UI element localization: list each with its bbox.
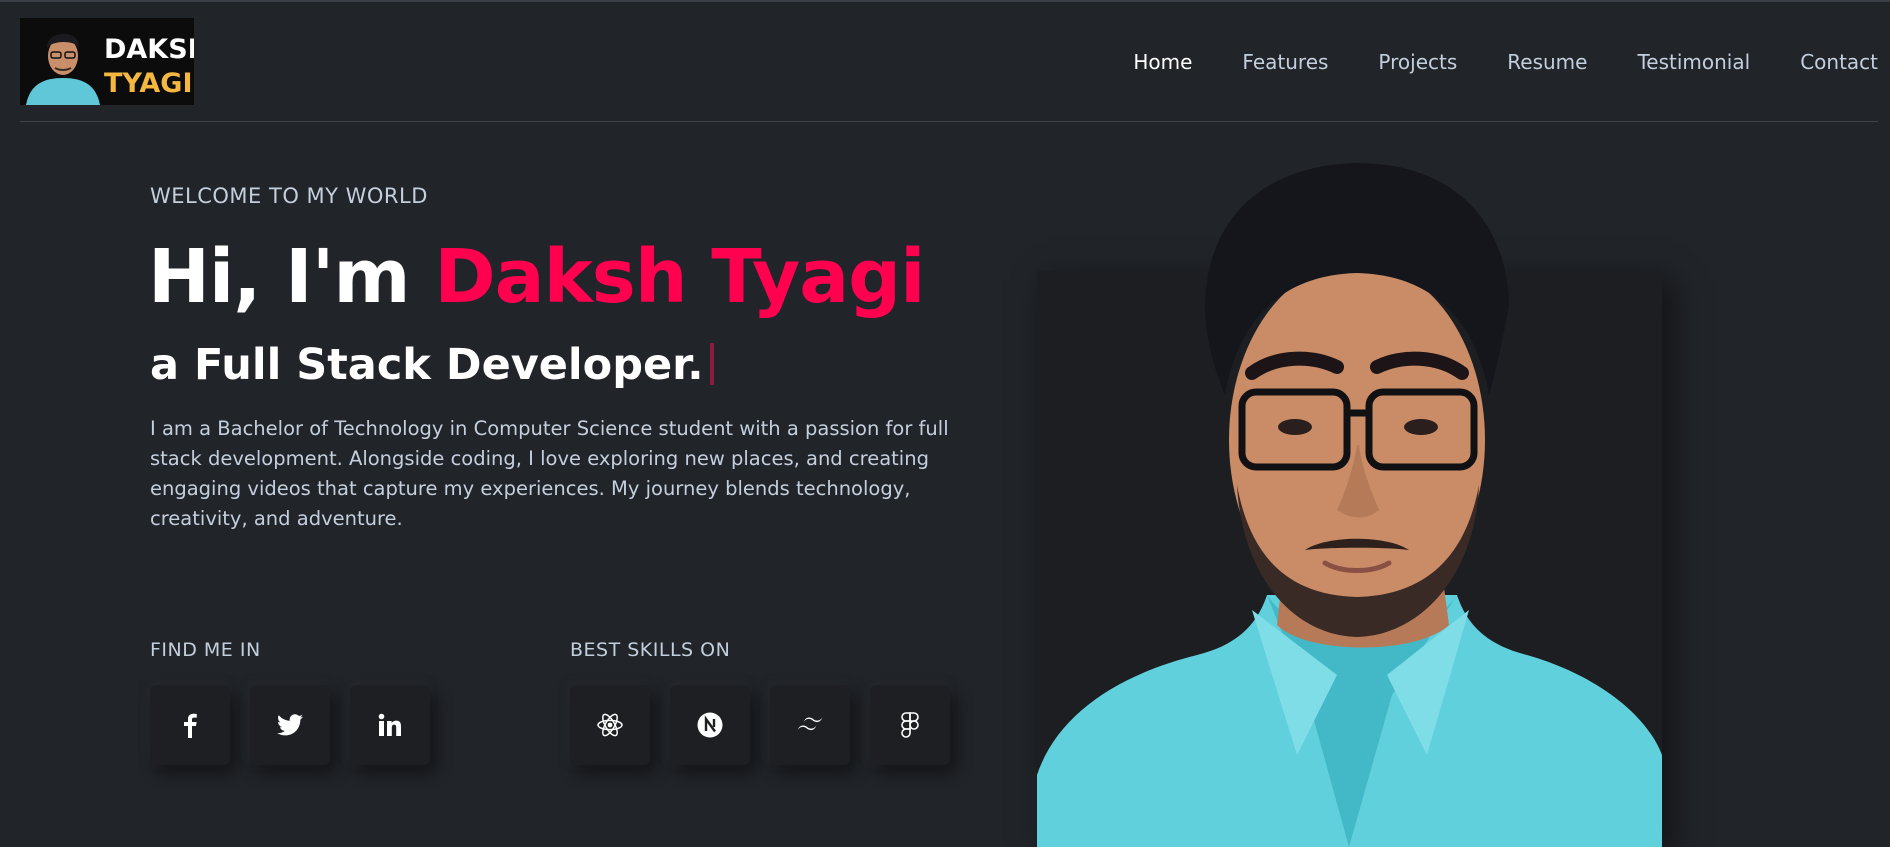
nav-link-testimonial[interactable]: Testimonial <box>1637 48 1750 76</box>
logo-text-first: DAKSH <box>104 34 194 65</box>
nav-link-resume[interactable]: Resume <box>1507 48 1587 76</box>
facebook-icon <box>184 713 197 738</box>
hero-headline: Hi, I'm Daksh Tyagi <box>148 232 926 322</box>
nextjs-icon <box>697 712 723 738</box>
welcome-text: WELCOME TO MY WORLD <box>150 184 428 208</box>
nav-link-home[interactable]: Home <box>1133 48 1192 76</box>
profile-portrait <box>1037 163 1662 847</box>
main-nav: Home Features Projects Resume Testimonia… <box>1083 48 1890 76</box>
hero-name: Daksh Tyagi <box>434 234 925 320</box>
typing-cursor <box>709 343 714 385</box>
greeting-text: Hi, I'm <box>148 234 435 320</box>
twitter-icon <box>277 714 303 736</box>
logo-text-last: TYAGI <box>104 68 193 99</box>
facebook-button[interactable] <box>150 685 230 765</box>
nextjs-skill[interactable] <box>670 685 750 765</box>
react-icon <box>597 713 623 737</box>
header-divider <box>20 121 1878 122</box>
linkedin-button[interactable] <box>350 685 430 765</box>
twitter-button[interactable] <box>250 685 330 765</box>
social-label: FIND ME IN <box>150 639 261 661</box>
nav-link-projects[interactable]: Projects <box>1378 48 1457 76</box>
logo-avatar-image <box>24 18 102 105</box>
social-links <box>150 685 430 765</box>
portfolio-page: DAKSH TYAGI Home Features Projects Resum… <box>0 0 1890 847</box>
site-logo[interactable]: DAKSH TYAGI <box>20 18 194 105</box>
skills-list <box>570 685 950 765</box>
nav-link-contact[interactable]: Contact <box>1800 48 1878 76</box>
figma-skill[interactable] <box>870 685 950 765</box>
tailwind-icon <box>797 717 823 731</box>
nav-link-features[interactable]: Features <box>1242 48 1328 76</box>
hero-bio: I am a Bachelor of Technology in Compute… <box>150 417 949 530</box>
hero-role: a Full Stack Developer. <box>150 336 714 394</box>
linkedin-icon <box>378 713 401 736</box>
react-skill[interactable] <box>570 685 650 765</box>
window-top-edge <box>0 0 1890 2</box>
figma-icon <box>901 712 919 738</box>
skills-label: BEST SKILLS ON <box>570 639 731 661</box>
tailwind-skill[interactable] <box>770 685 850 765</box>
role-text: a Full Stack Developer. <box>150 340 704 390</box>
